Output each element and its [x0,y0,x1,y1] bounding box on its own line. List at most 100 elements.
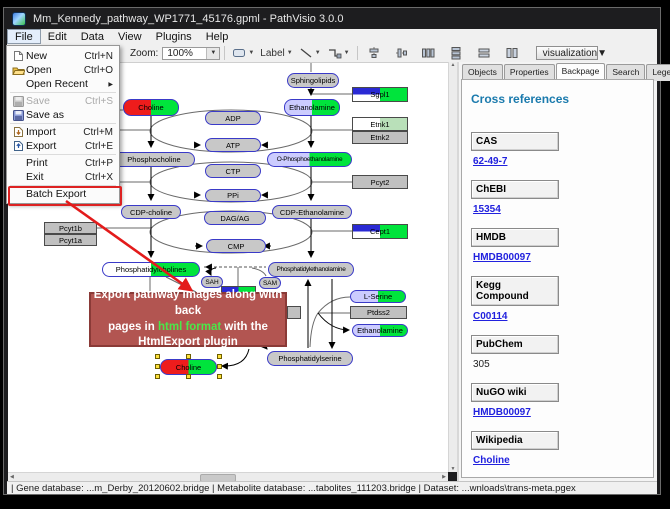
common-width-button[interactable] [474,46,494,61]
titlebar[interactable]: Mm_Kennedy_pathway_WP1771_45176.gpml - P… [4,8,660,30]
annotation-line2: pages in html format with the [108,320,268,336]
node-atp[interactable]: ATP [205,138,261,152]
file-menu-import[interactable]: ImportCtrl+M [7,125,119,139]
pathvisio-app-icon [12,12,26,26]
datanode-dropdown-arrow-icon[interactable]: ▼ [248,50,254,56]
gene-node-sgpl1[interactable]: Sgpl1 [352,87,408,102]
selection-handle[interactable] [217,354,222,359]
distribute-vertical-button[interactable] [446,46,466,61]
menu-help[interactable]: Help [199,29,236,44]
file-menu-open-recent[interactable]: Open Recent ▶ [7,77,119,91]
node-sphingolipids[interactable]: Sphingolipids [287,73,339,88]
file-menu-export[interactable]: ExportCtrl+E [7,139,119,153]
node-cdp-choline[interactable]: CDP-choline [121,205,181,219]
align-center-y-button[interactable] [392,46,412,61]
align-center-x-icon [367,46,381,60]
node-dag[interactable]: DAG/AG [204,211,266,225]
batch-export-highlight-box [8,186,122,206]
node-phosphocholine[interactable]: Phosphocholine [113,152,195,167]
menu-plugins[interactable]: Plugins [149,29,199,44]
file-menu-exit[interactable]: ExitCtrl+X [7,170,119,184]
selection-handle[interactable] [186,374,191,379]
node-phosphatidylcholines[interactable]: Phosphatidylcholines [102,262,200,277]
scroll-up-icon[interactable]: ▲ [451,62,456,68]
gene-node-ptdss2[interactable]: Ptdss2 [350,306,407,319]
node-ethanolamine-top[interactable]: Ethanolamine [284,99,340,116]
gene-node-pcyt1b[interactable]: Pcyt1b [44,222,97,234]
kegg-link[interactable]: C00114 [473,311,653,322]
file-menu-save: SaveCtrl+S [7,94,119,108]
align-center-y-icon [395,46,409,60]
selection-handle[interactable] [217,374,222,379]
visualization-dropdown-arrow-icon[interactable]: ▼ [597,48,607,59]
file-menu-new[interactable]: NewCtrl+N [7,49,119,63]
line-icon [299,47,313,59]
datanode-tool-button[interactable]: ▼ [229,46,257,61]
backpage-section-pubchem: PubChem 305 [471,335,653,370]
menu-view[interactable]: View [111,29,149,44]
section-title: PubChem [471,335,559,354]
gene-node-ptdss1-partial[interactable] [287,306,301,319]
common-height-button[interactable] [502,46,522,61]
node-phosphatidylserine[interactable]: Phosphatidylserine [267,351,353,366]
canvas-horizontal-scrollbar[interactable]: ◀ ▶ [8,472,448,481]
import-icon [10,126,26,138]
node-sah[interactable]: SAH [201,276,223,288]
selection-handle[interactable] [186,354,191,359]
toolbar-separator [224,46,225,60]
node-ppi[interactable]: PPi [205,189,261,202]
wikipedia-link[interactable]: Choline [473,455,653,466]
chebi-link[interactable]: 15354 [473,204,653,215]
node-ethanolamine-bottom[interactable]: Ethanolamine [352,324,408,337]
selection-handle[interactable] [155,354,160,359]
elbow-connector-icon [327,47,342,59]
nugo-link[interactable]: HMDB00097 [473,407,653,418]
node-l-serine[interactable]: L-Serine [350,290,406,303]
gene-node-etnk2[interactable]: Etnk2 [352,131,408,144]
tab-backpage[interactable]: Backpage [556,63,606,80]
cross-references-heading: Cross references [471,92,653,106]
file-menu-print[interactable]: PrintCtrl+P [7,156,119,170]
node-phosphatidylethanolamine[interactable]: Phosphatidylethanolamine [268,262,354,277]
file-menu-open[interactable]: OpenCtrl+O [7,63,119,77]
selection-handle[interactable] [155,364,160,369]
hmdb-link[interactable]: HMDB00097 [473,252,653,263]
node-choline-selected[interactable]: Choline [160,359,217,375]
menu-edit[interactable]: Edit [41,29,74,44]
node-sam[interactable]: SAM [259,277,281,289]
label-tool-button[interactable]: Label ▼ [257,46,295,61]
node-cmp[interactable]: CMP [206,239,266,253]
screenshot-root: Mm_Kennedy_pathway_WP1771_45176.gpml - P… [0,0,670,509]
selection-handle[interactable] [155,374,160,379]
canvas-vertical-scrollbar[interactable]: ▲ ▼ [448,62,457,472]
label-dropdown-arrow-icon[interactable]: ▼ [287,50,293,56]
connector-dropdown-arrow-icon[interactable]: ▼ [344,50,350,56]
gene-node-etnk1[interactable]: Etnk1 [352,117,408,131]
align-center-x-button[interactable] [364,46,384,61]
section-title: CAS [471,132,559,151]
gene-node-pcyt1a[interactable]: Pcyt1a [44,234,97,246]
node-o-phosphoethanolamine[interactable]: O-Phosphoethanolamine [267,152,352,167]
distribute-horizontal-button[interactable] [418,46,438,61]
file-menu-save-as[interactable]: Save as [7,108,119,122]
selection-handle[interactable] [217,364,222,369]
zoom-dropdown-arrow-icon[interactable]: ▼ [206,48,219,59]
connector-tool-button[interactable]: ▼ [324,46,353,61]
node-choline-top[interactable]: Choline [123,99,179,116]
node-adp[interactable]: ADP [205,111,261,125]
menu-separator [10,123,116,124]
scroll-down-icon[interactable]: ▼ [451,466,456,472]
line-dropdown-arrow-icon[interactable]: ▼ [315,50,321,56]
gene-node-pcyt2[interactable]: Pcyt2 [352,175,408,189]
visualization-combobox[interactable]: visualization ▼ [536,46,598,60]
node-cdp-ethanolamine[interactable]: CDP-Ethanolamine [272,205,352,219]
node-ctp[interactable]: CTP [205,164,261,178]
menu-file[interactable]: File [7,29,41,44]
scroll-left-icon[interactable]: ◀ [10,473,14,481]
cas-link[interactable]: 62-49-7 [473,156,653,167]
menu-data[interactable]: Data [74,29,111,44]
scroll-right-icon[interactable]: ▶ [442,473,446,481]
gene-node-cept1[interactable]: Cept1 [352,224,408,239]
zoom-combobox[interactable]: 100% ▼ [162,47,220,60]
line-tool-button[interactable]: ▼ [296,46,324,61]
